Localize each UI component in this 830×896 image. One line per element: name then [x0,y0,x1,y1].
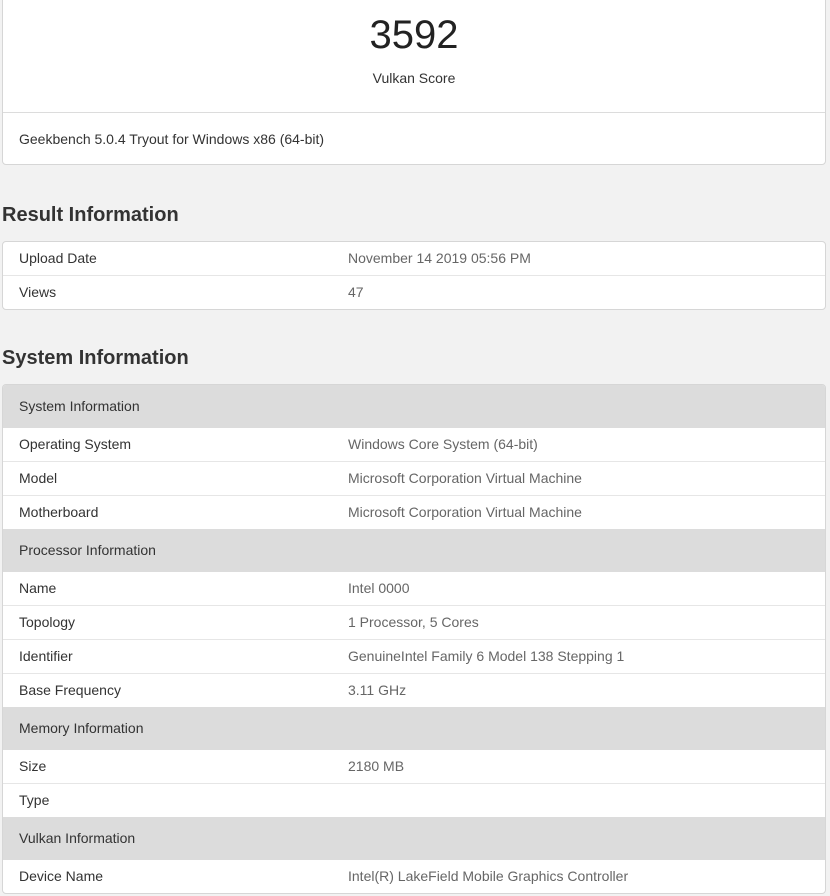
section-heading-vulkan: Vulkan Information [3,817,825,860]
table-row: Type [3,784,825,817]
row-value: 47 [348,284,364,300]
section-heading-memory: Memory Information [3,707,825,750]
result-information-title: Result Information [2,204,179,226]
row-value: GenuineIntel Family 6 Model 138 Stepping… [348,648,625,664]
row-key: Motherboard [19,504,99,520]
row-key: Views [19,284,57,300]
result-information-table: Upload Date November 14 2019 05:56 PM Vi… [2,241,826,310]
row-key: Model [19,470,58,486]
row-value: Windows Core System (64-bit) [348,436,538,452]
vulkan-score-label: Vulkan Score [372,70,456,86]
row-key: Base Frequency [19,682,121,698]
row-value: Intel(R) LakeField Mobile Graphics Contr… [348,868,629,884]
score-card: 3592 Vulkan Score Geekbench 5.0.4 Tryout… [2,0,826,165]
table-row: Device Name Intel(R) LakeField Mobile Gr… [3,860,825,893]
row-value: 1 Processor, 5 Cores [348,614,479,630]
system-information-title: System Information [2,347,189,369]
table-row: Operating System Windows Core System (64… [3,428,825,462]
row-value: 2180 MB [348,758,405,774]
geekbench-version: Geekbench 5.0.4 Tryout for Windows x86 (… [19,131,325,147]
vulkan-score-value: 3592 [369,13,459,57]
table-row: Model Microsoft Corporation Virtual Mach… [3,462,825,496]
row-key: Topology [19,614,76,630]
system-information-table: System Information Operating System Wind… [2,384,826,894]
row-key: Operating System [19,436,132,452]
table-row: Size 2180 MB [3,750,825,784]
row-key: Device Name [19,868,104,884]
row-value: Microsoft Corporation Virtual Machine [348,504,582,520]
table-row-upload-date: Upload Date November 14 2019 05:56 PM [3,242,825,276]
row-key: Upload Date [19,250,97,266]
table-row: Name Intel 0000 [3,572,825,606]
row-value: 3.11 GHz [348,682,407,698]
table-row: Identifier GenuineIntel Family 6 Model 1… [3,640,825,674]
score-area: 3592 Vulkan Score [3,0,825,113]
row-key: Type [19,792,50,808]
row-value: November 14 2019 05:56 PM [348,250,531,266]
table-row-views: Views 47 [3,276,825,309]
section-heading-processor: Processor Information [3,529,825,572]
table-row: Topology 1 Processor, 5 Cores [3,606,825,640]
row-value: Microsoft Corporation Virtual Machine [348,470,582,486]
row-key: Name [19,580,57,596]
table-row: Motherboard Microsoft Corporation Virtua… [3,496,825,529]
row-key: Size [19,758,47,774]
section-heading-system: System Information [3,385,825,428]
table-row: Base Frequency 3.11 GHz [3,674,825,707]
row-key: Identifier [19,648,73,664]
row-value: Intel 0000 [348,580,410,596]
